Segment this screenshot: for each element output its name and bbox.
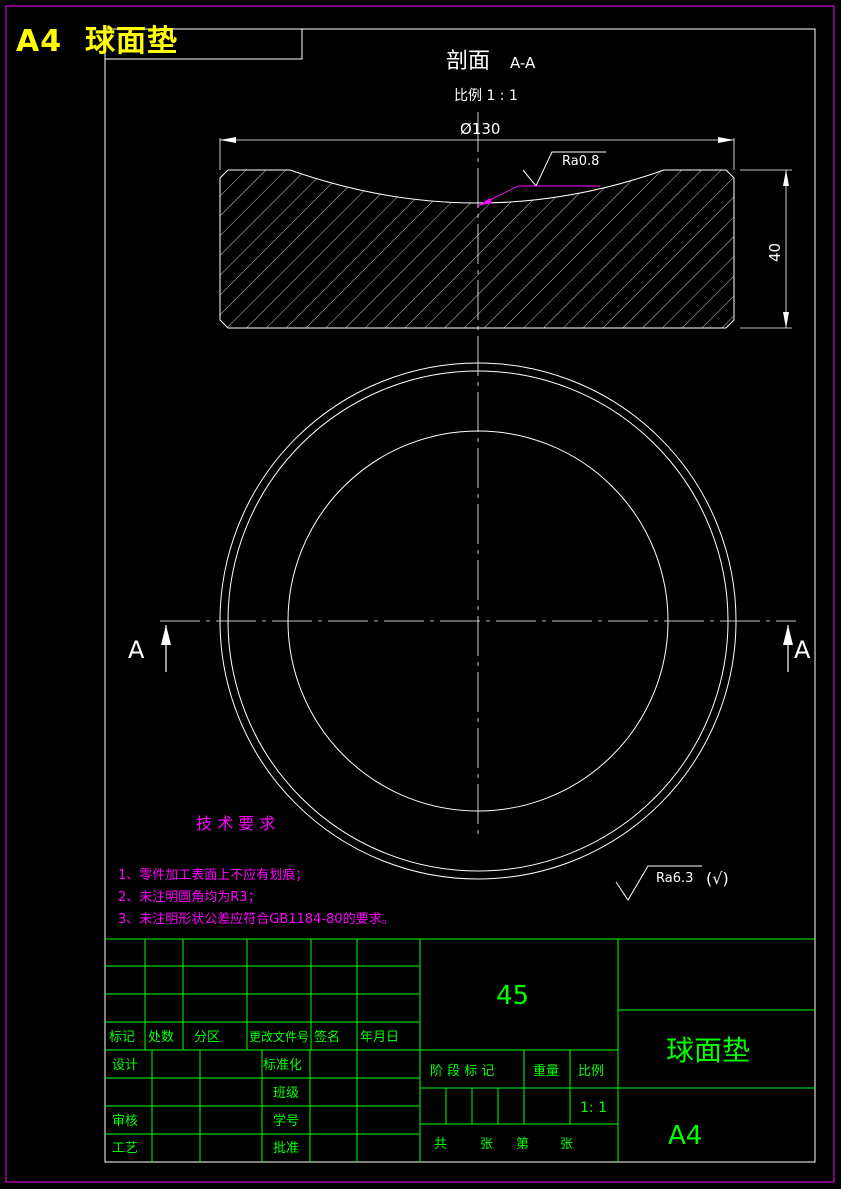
weight-label: 重量: [533, 1063, 559, 1079]
sheet-size-text: A4: [668, 1121, 702, 1151]
scale-value: 1: 1: [580, 1100, 607, 1116]
row-design: 设计: [112, 1058, 138, 1073]
section-label: A-A: [510, 54, 536, 72]
sheets-unit-2: 张: [560, 1137, 573, 1152]
sheet-tag: A4: [16, 24, 63, 59]
header-zone: 分区: [194, 1030, 220, 1045]
tech-req-item-2: 2、未注明圆角均为R3；: [118, 890, 261, 905]
height-dim-text: 40: [766, 243, 784, 262]
stage-mark-label: 阶 段 标 记: [430, 1064, 494, 1079]
cut-label-right: A: [794, 636, 811, 664]
diameter-dim-text: Ø130: [460, 120, 500, 138]
tech-req-item-1: 1、零件加工表面上不应有划痕；: [118, 867, 308, 883]
sheets-total: 共: [434, 1137, 447, 1152]
row-process: 工艺: [112, 1141, 138, 1156]
section-scale: 比例 1 : 1: [454, 88, 518, 104]
header-date: 年月日: [360, 1030, 399, 1045]
tech-req-title: 技 术 要 求: [196, 814, 275, 833]
part-name-text: 球面垫: [666, 1034, 750, 1067]
surface-finish-paren: (√): [706, 869, 729, 888]
row-student-no: 学号: [273, 1113, 299, 1129]
header-change-doc: 更改文件号: [249, 1029, 309, 1044]
part-name-tag: 球面垫: [84, 24, 178, 59]
drawing-sheet: 剖面 A-A 比例 1 : 1 Ø130 Ra0.8 40 A A 技 术 要 …: [5, 5, 835, 1183]
surface-finish-label: Ra6.3: [656, 871, 693, 886]
material-text: 45: [496, 981, 529, 1011]
tech-req-item-3: 3、未注明形状公差应符合GB1184-80的要求。: [118, 911, 395, 927]
header-count: 处数: [148, 1030, 174, 1045]
sheets-unit-1: 张: [480, 1137, 493, 1152]
cut-label-left: A: [128, 636, 145, 664]
roughness-top-text: Ra0.8: [562, 154, 599, 169]
scale-label: 比例: [578, 1064, 604, 1079]
row-class: 班级: [273, 1086, 299, 1101]
row-standard: 标准化: [263, 1058, 302, 1073]
section-title: 剖面: [446, 49, 490, 74]
header-mark: 标记: [109, 1030, 135, 1045]
sheets-no: 第: [516, 1137, 529, 1152]
header-sign: 签名: [314, 1029, 340, 1045]
sheet-tag-title: A4 球面垫: [16, 16, 178, 60]
section-body: [219, 169, 735, 329]
row-approve: 批准: [273, 1141, 299, 1156]
row-review: 审核: [112, 1114, 138, 1129]
